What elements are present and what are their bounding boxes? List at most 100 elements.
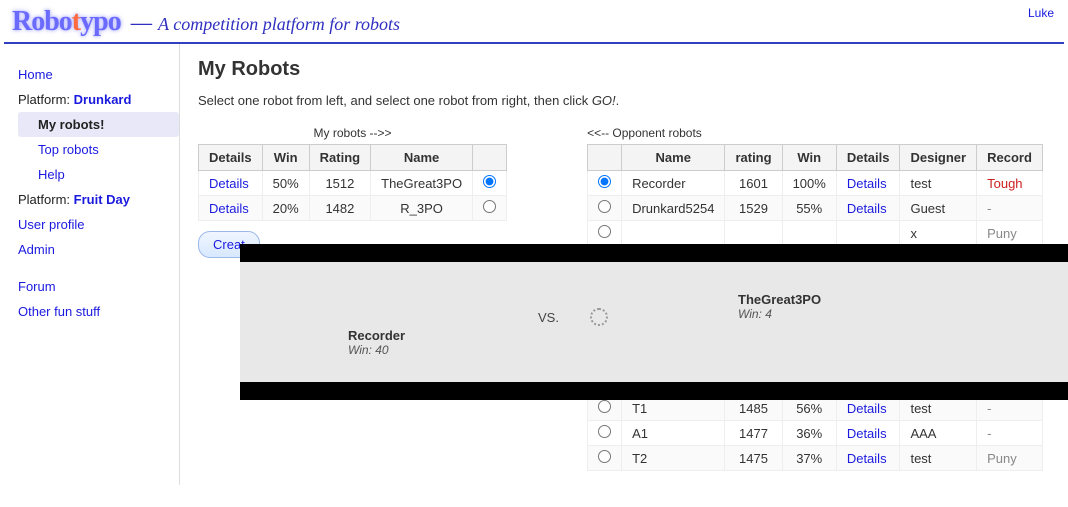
win-cell: 20% (262, 196, 309, 221)
col-header: Details (836, 145, 900, 171)
record-cell: Puny (977, 221, 1043, 246)
designer-cell: test (900, 171, 977, 196)
nav-platform-drunkard[interactable]: Platform: Drunkard (18, 87, 179, 112)
rating-cell: 1477 (725, 421, 782, 446)
details-link[interactable]: Details (836, 446, 900, 471)
rating-cell: 1601 (725, 171, 782, 196)
overlay-left-robot: Recorder Win: 40 (348, 328, 405, 357)
opponent-row: T2147537%DetailstestPuny (588, 446, 1043, 471)
rating-cell: 1529 (725, 196, 782, 221)
nav-top-robots[interactable]: Top robots (18, 137, 179, 162)
select-opponent-radio[interactable] (598, 200, 611, 213)
nav-platform-fruitday[interactable]: Platform: Fruit Day (18, 187, 179, 212)
rating-cell (725, 221, 782, 246)
col-header (588, 145, 622, 171)
name-cell: TheGreat3PO (371, 171, 473, 196)
overlay-right-robot: TheGreat3PO Win: 4 (738, 292, 821, 321)
col-header: Details (199, 145, 263, 171)
instruction-text: Select one robot from left, and select o… (198, 93, 1050, 108)
win-cell: 50% (262, 171, 309, 196)
win-cell (782, 221, 836, 246)
opponent-row: Drunkard5254152955%DetailsGuest- (588, 196, 1043, 221)
name-cell: Drunkard5254 (622, 196, 725, 221)
sidebar: Home Platform: Drunkard My robots! Top r… (0, 44, 180, 485)
nav-user-profile[interactable]: User profile (18, 212, 179, 237)
details-link[interactable]: Details (836, 196, 900, 221)
col-header: Designer (900, 145, 977, 171)
col-header: Name (622, 145, 725, 171)
vs-label: VS. (538, 310, 559, 325)
my-robots-caption: My robots -->> (198, 126, 507, 140)
details-link[interactable] (836, 221, 900, 246)
designer-cell: AAA (900, 421, 977, 446)
rating-cell: 1475 (725, 446, 782, 471)
win-cell: 55% (782, 196, 836, 221)
select-opponent-radio[interactable] (598, 175, 611, 188)
rating-cell: 1482 (309, 196, 370, 221)
record-cell: - (977, 421, 1043, 446)
col-header (473, 145, 507, 171)
radio-cell (588, 221, 622, 246)
designer-cell: x (900, 221, 977, 246)
radio-cell (473, 196, 507, 221)
tagline: —A competition platform for robots (131, 10, 400, 37)
opponent-row: xPuny (588, 221, 1043, 246)
col-header: Win (782, 145, 836, 171)
nav-other[interactable]: Other fun stuff (18, 299, 179, 324)
col-header: Win (262, 145, 309, 171)
radio-cell (588, 196, 622, 221)
opponent-row: A1147736%DetailsAAA- (588, 421, 1043, 446)
details-link[interactable]: Details (199, 171, 263, 196)
radio-cell (473, 171, 507, 196)
logo: Robotypo (12, 6, 121, 38)
col-header: Record (977, 145, 1043, 171)
col-header: Rating (309, 145, 370, 171)
radio-cell (588, 446, 622, 471)
select-my-robot-radio[interactable] (483, 200, 496, 213)
my-robot-row: Details50%1512TheGreat3PO (199, 171, 507, 196)
select-opponent-radio[interactable] (598, 225, 611, 238)
win-cell: 36% (782, 421, 836, 446)
my-robots-table: DetailsWinRatingName Details50%1512TheGr… (198, 144, 507, 221)
details-link[interactable]: Details (836, 421, 900, 446)
details-link[interactable]: Details (836, 171, 900, 196)
header: Robotypo —A competition platform for rob… (0, 0, 1068, 42)
record-cell: Tough (977, 171, 1043, 196)
name-cell: A1 (622, 421, 725, 446)
name-cell (622, 221, 725, 246)
opponent-row: Recorder1601100%DetailstestTough (588, 171, 1043, 196)
nav-my-robots[interactable]: My robots! (18, 112, 179, 137)
select-opponent-radio[interactable] (598, 400, 611, 413)
overlay-top-bar (240, 244, 1068, 262)
overlay-bottom-bar (240, 382, 1068, 400)
radio-cell (588, 171, 622, 196)
nav-forum[interactable]: Forum (18, 274, 179, 299)
col-header: rating (725, 145, 782, 171)
details-link[interactable]: Details (199, 196, 263, 221)
opponent-caption: <<-- Opponent robots (587, 126, 1043, 140)
record-cell: - (977, 196, 1043, 221)
nav-admin[interactable]: Admin (18, 237, 179, 262)
page-title: My Robots (198, 58, 1050, 81)
overlay-body: Recorder Win: 40 VS. TheGreat3PO Win: 4 (240, 262, 1068, 382)
user-link[interactable]: Luke (1028, 6, 1054, 20)
designer-cell: Guest (900, 196, 977, 221)
my-robot-row: Details20%1482R_3PO (199, 196, 507, 221)
my-robots-section: My robots -->> DetailsWinRatingName Deta… (198, 126, 507, 258)
nav-home[interactable]: Home (18, 62, 179, 87)
radio-cell (588, 421, 622, 446)
select-my-robot-radio[interactable] (483, 175, 496, 188)
battle-overlay: Recorder Win: 40 VS. TheGreat3PO Win: 4 (240, 244, 1068, 400)
name-cell: T2 (622, 446, 725, 471)
name-cell: R_3PO (371, 196, 473, 221)
select-opponent-radio[interactable] (598, 425, 611, 438)
rating-cell: 1512 (309, 171, 370, 196)
select-opponent-radio[interactable] (598, 450, 611, 463)
col-header: Name (371, 145, 473, 171)
name-cell: Recorder (622, 171, 725, 196)
nav-help[interactable]: Help (18, 162, 179, 187)
loading-spinner-icon (590, 308, 608, 326)
designer-cell: test (900, 446, 977, 471)
win-cell: 37% (782, 446, 836, 471)
win-cell: 100% (782, 171, 836, 196)
